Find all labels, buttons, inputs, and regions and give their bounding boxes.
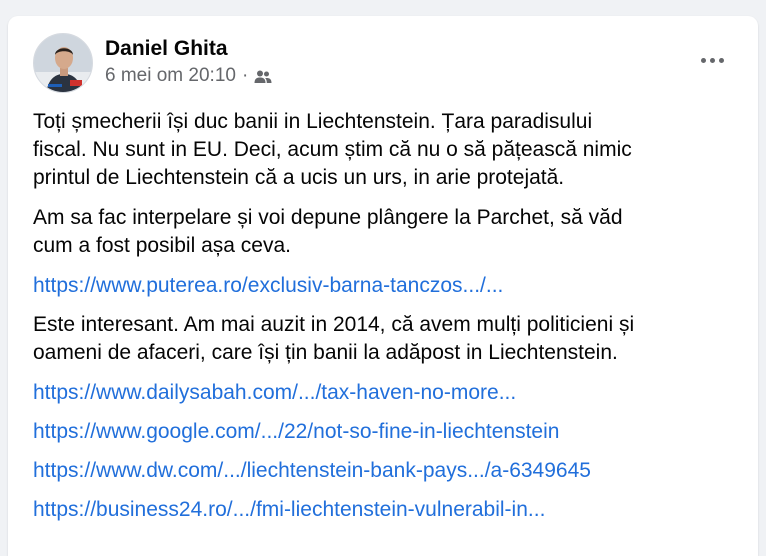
paragraph-line: fiscal. Nu sunt in EU. Deci, acum știm c… [33, 138, 632, 161]
link-dailysabah[interactable]: https://www.dailysabah.com/.../tax-haven… [33, 379, 733, 407]
paragraph-line: Am sa fac interpelare și voi depune plân… [33, 206, 623, 229]
link-google[interactable]: https://www.google.com/.../22/not-so-fin… [33, 418, 733, 446]
post-card: Daniel Ghita 6 mei om 20:10 · Toți șmech… [8, 16, 758, 556]
post-meta: 6 mei om 20:10 · [105, 65, 272, 87]
paragraph-line: Este interesant. Am mai auzit in 2014, c… [33, 313, 635, 336]
paragraph-2: Am sa fac interpelare și voi depune plân… [33, 204, 733, 260]
link-business24[interactable]: https://business24.ro/.../fmi-liechtenst… [33, 496, 733, 524]
more-horizontal-icon [700, 57, 706, 63]
paragraph-line: cum a fost posibil așa ceva. [33, 234, 291, 257]
meta-separator: · [241, 65, 249, 86]
paragraph-3: Este interesant. Am mai auzit in 2014, c… [33, 311, 733, 367]
paragraph-1: Toți șmecherii își duc banii in Liechten… [33, 108, 733, 192]
paragraph-line: printul de Liechtenstein că a ucis un ur… [33, 166, 565, 189]
more-options-button[interactable] [694, 48, 730, 72]
post-body: Toți șmecherii își duc banii in Liechten… [33, 108, 733, 535]
link-dw[interactable]: https://www.dw.com/.../liechtenstein-ban… [33, 457, 733, 485]
friends-icon[interactable] [254, 69, 272, 85]
link-puterea[interactable]: https://www.puterea.ro/exclusiv-barna-ta… [33, 272, 733, 300]
paragraph-line: Toți șmecherii își duc banii in Liechten… [33, 110, 593, 133]
paragraph-line: oameni de afaceri, care își țin banii la… [33, 341, 618, 364]
avatar[interactable] [33, 33, 93, 93]
post-header: Daniel Ghita 6 mei om 20:10 · [8, 16, 758, 96]
author-name[interactable]: Daniel Ghita [105, 37, 228, 61]
avatar-image [34, 34, 92, 92]
post-timestamp[interactable]: 6 mei om 20:10 [105, 65, 236, 87]
